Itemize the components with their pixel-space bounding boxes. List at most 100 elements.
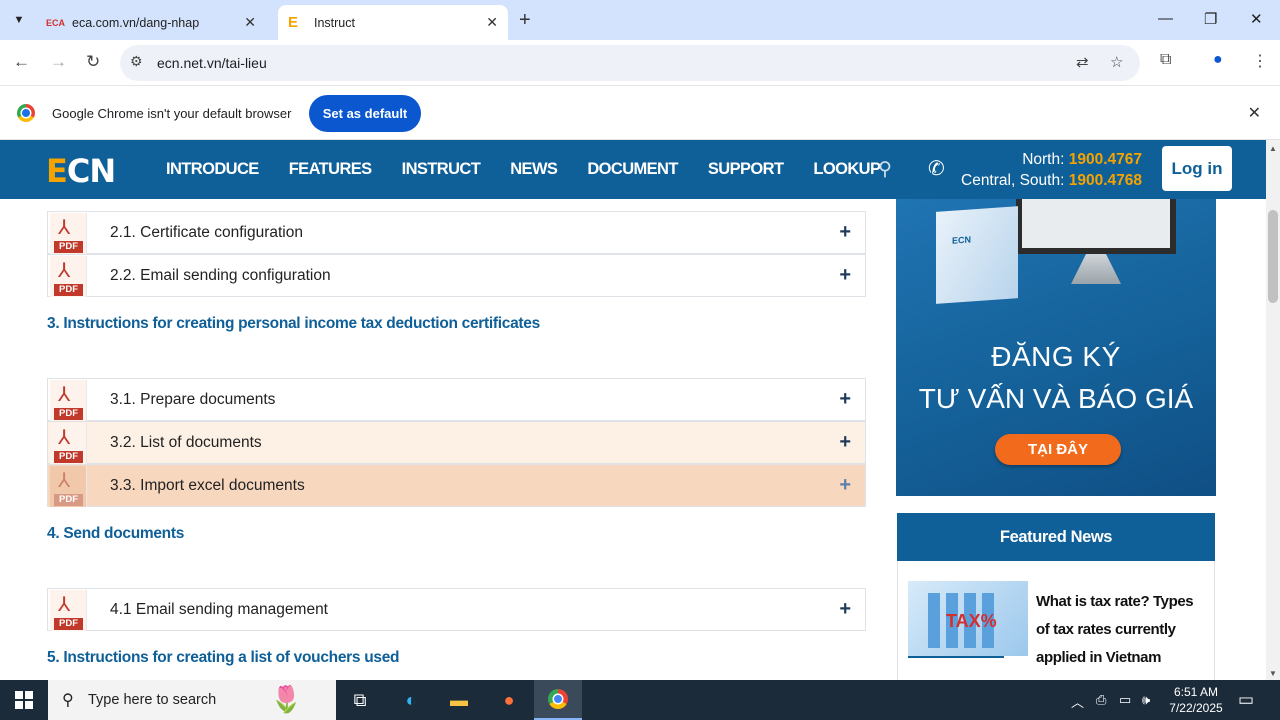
reload-icon[interactable]: ↻ — [86, 52, 100, 72]
network-icon[interactable]: ▭ — [1119, 692, 1131, 708]
search-icon[interactable]: ⚲ — [878, 158, 892, 181]
notifications-icon[interactable]: ▭ — [1238, 690, 1254, 710]
doc-row-title: 4.1 Email sending management — [110, 601, 328, 618]
new-tab-icon[interactable]: + — [519, 9, 531, 32]
doc-row[interactable]: ⅄ PDF 2.1. Certificate configuration + — [47, 211, 866, 254]
monitor-image — [1016, 199, 1176, 254]
pdf-icon: ⅄ PDF — [50, 380, 87, 421]
forward-icon[interactable]: → — [50, 52, 67, 72]
minimize-icon[interactable]: — — [1158, 10, 1173, 27]
file-explorer-icon[interactable]: ▬ — [446, 688, 472, 712]
page-content: ⅄ PDF 2.1. Certificate configuration + ⅄ P… — [0, 199, 1266, 680]
tab-strip: ▼ ECA eca.com.vn/dang-nhap ✕ E Instruct … — [0, 0, 1280, 40]
hotline-south[interactable]: 1900.4768 — [1069, 172, 1142, 189]
expand-plus-icon[interactable]: + — [839, 264, 851, 287]
doc-row[interactable]: ⅄ PDF 4.1 Email sending management + — [47, 588, 866, 631]
bookmark-star-icon[interactable]: ☆ — [1110, 53, 1123, 71]
tab-eca[interactable]: ECA eca.com.vn/dang-nhap ✕ — [36, 5, 266, 40]
doc-row-title: 3.1. Prepare documents — [110, 391, 276, 408]
taskbar-search-placeholder: Type here to search — [88, 692, 217, 708]
extensions-icon[interactable]: ⧉ — [1160, 51, 1171, 69]
infobar-message: Google Chrome isn't your default browser — [52, 106, 292, 121]
infobar-close-icon[interactable]: ✕ — [1248, 103, 1261, 123]
tab-title: Instruct — [314, 15, 355, 30]
set-as-default-button[interactable]: Set as default — [309, 95, 421, 132]
pdf-icon: ⅄ PDF — [50, 256, 87, 297]
close-tab-icon[interactable]: ✕ — [486, 14, 498, 31]
doc-row[interactable]: ⅄ PDF 3.1. Prepare documents + — [47, 378, 866, 421]
featured-news-heading: Featured News — [897, 513, 1215, 561]
clock[interactable]: 6:51 AM 7/22/2025 — [1166, 684, 1226, 716]
eca-favicon-icon: ECA — [46, 17, 66, 28]
doc-row[interactable]: ⅄ PDF 2.2. Email sending configuration + — [47, 254, 866, 297]
consultation-banner[interactable]: ECN ĐĂNG KÝ TƯ VẤN VÀ BÁO GIÁ TẠI ĐÂY — [896, 199, 1216, 496]
banner-heading-2: TƯ VẤN VÀ BÁO GIÁ — [918, 383, 1194, 414]
ecn-logo[interactable]: ECN — [46, 152, 116, 190]
expand-plus-icon[interactable]: + — [839, 474, 851, 497]
expand-plus-icon[interactable]: + — [839, 221, 851, 244]
search-highlight-icon: 🌷 — [270, 684, 303, 714]
menu-support[interactable]: SUPPORT — [708, 160, 784, 179]
hotline-north[interactable]: 1900.4767 — [1069, 151, 1142, 168]
ecn-favicon-icon: E — [288, 14, 299, 31]
doc-row-title: 3.3. Import excel documents — [110, 477, 305, 494]
section-heading[interactable]: 5. Instructions for creating a list of v… — [47, 649, 399, 667]
scroll-up-icon[interactable]: ▲ — [1269, 144, 1277, 153]
translate-icon[interactable]: ⇄ — [1076, 53, 1089, 71]
taskbar-search[interactable]: ⚲ Type here to search 🌷 — [48, 680, 336, 720]
banner-heading-1: ĐĂNG KÝ — [991, 341, 1121, 372]
hotline: North: 1900.4767 Central, South: 1900.47… — [961, 151, 1142, 189]
section-heading[interactable]: 3. Instructions for creating personal in… — [47, 315, 540, 333]
edge-icon[interactable]: ◐ — [398, 688, 424, 712]
pdf-icon: ⅄ PDF — [50, 590, 87, 631]
menu-lookup[interactable]: LOOKUP — [813, 160, 881, 179]
login-button[interactable]: Log in — [1162, 146, 1232, 191]
section-heading[interactable]: 4. Send documents — [47, 525, 184, 543]
browser-toolbar: ← → ↻ ⚙ ecn.net.vn/tai-lieu ⇄ ☆ ⧉ ● ⋮ — [0, 40, 1280, 86]
menu-news[interactable]: NEWS — [510, 160, 558, 179]
menu-document[interactable]: DOCUMENT — [587, 160, 678, 179]
menu-introduce[interactable]: INTRODUCE — [166, 160, 259, 179]
pdf-icon: ⅄ PDF — [50, 466, 87, 507]
volume-icon[interactable]: 🕪 — [1142, 692, 1150, 708]
menu-features[interactable]: FEATURES — [289, 160, 373, 179]
product-box-image: ECN — [936, 206, 1018, 304]
phone-icon: ✆ — [928, 158, 945, 180]
banner-cta-button[interactable]: TẠI ĐÂY — [995, 434, 1121, 465]
tray-chevron-icon[interactable]: ︿ — [1071, 692, 1084, 711]
menu-kebab-icon[interactable]: ⋮ — [1252, 51, 1268, 71]
tab-list-button[interactable]: ▼ — [6, 8, 32, 32]
search-icon: ⚲ — [62, 692, 74, 709]
address-bar[interactable]: ⚙ ecn.net.vn/tai-lieu ⇄ ☆ — [120, 45, 1140, 81]
tab-instruct[interactable]: E Instruct ✕ — [278, 5, 508, 40]
scrollbar-thumb[interactable] — [1268, 210, 1278, 303]
url-text[interactable]: ecn.net.vn/tai-lieu — [157, 55, 267, 71]
firefox-icon[interactable]: ● — [496, 688, 522, 712]
featured-news-list: TAX% What is tax rate? Types of tax rate… — [897, 561, 1215, 680]
task-view-icon[interactable]: ⧉ — [347, 688, 373, 712]
default-browser-infobar: Google Chrome isn't your default browser… — [0, 87, 1280, 140]
news-thumbnail[interactable]: TAX% — [908, 581, 1028, 658]
doc-row[interactable]: ⅄ PDF 3.2. List of documents + — [47, 421, 866, 464]
back-icon[interactable]: ← — [13, 52, 30, 72]
news-title-link[interactable]: What is tax rate? Types of tax rates cur… — [1036, 588, 1208, 672]
main-menu: INTRODUCE FEATURES INSTRUCT NEWS DOCUMEN… — [166, 160, 881, 179]
profile-icon[interactable]: ● — [1213, 51, 1223, 69]
window-close-icon[interactable]: ✕ — [1250, 10, 1263, 28]
doc-row-hovered[interactable]: ⅄ PDF 3.3. Import excel documents + — [47, 464, 866, 507]
windows-start-icon[interactable] — [15, 691, 33, 709]
windows-taskbar: ⚲ Type here to search 🌷 ⧉ ◐ ▬ ● ︿ ⎙ ▭ 🕪 … — [0, 680, 1280, 720]
expand-plus-icon[interactable]: + — [839, 598, 851, 621]
chrome-taskbar-icon[interactable] — [534, 680, 582, 720]
page-scrollbar[interactable]: ▲ ▼ — [1266, 140, 1280, 680]
doc-row-title: 3.2. List of documents — [110, 434, 262, 451]
scroll-down-icon[interactable]: ▼ — [1269, 669, 1277, 678]
tray-device-icon[interactable]: ⎙ — [1096, 692, 1106, 708]
expand-plus-icon[interactable]: + — [839, 431, 851, 454]
menu-instruct[interactable]: INSTRUCT — [402, 160, 481, 179]
restore-icon[interactable]: ❐ — [1204, 10, 1217, 28]
expand-plus-icon[interactable]: + — [839, 388, 851, 411]
site-info-icon[interactable]: ⚙ — [130, 53, 143, 70]
close-tab-icon[interactable]: ✕ — [244, 14, 256, 31]
pdf-icon: ⅄ PDF — [50, 213, 87, 254]
